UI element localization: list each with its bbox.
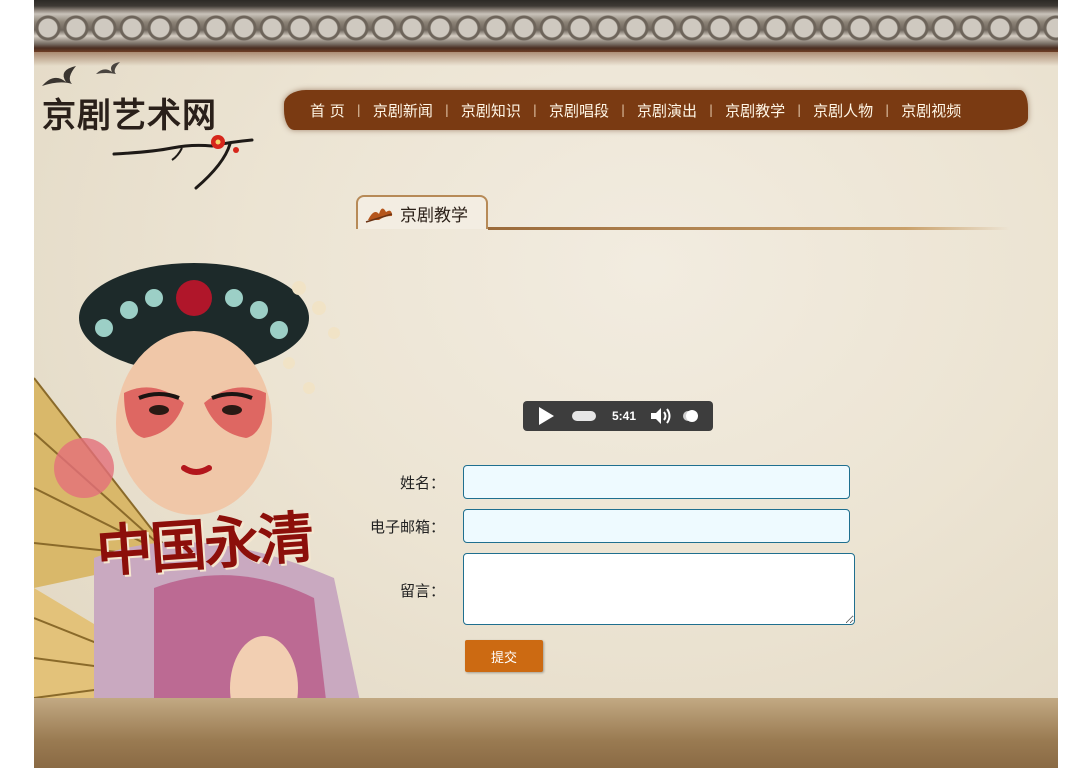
email-input[interactable]: [463, 509, 850, 543]
section-divider: [488, 227, 1010, 230]
nav-item-label: 京剧新闻: [372, 101, 433, 120]
nav-item-home[interactable]: 首 页: [310, 100, 345, 121]
nav-item-people[interactable]: 京剧人物: [813, 100, 873, 121]
message-label: 留言：: [399, 582, 445, 600]
nav-item-performances[interactable]: 京剧演出: [637, 100, 697, 121]
nav-item-teaching[interactable]: 京剧教学: [725, 100, 785, 121]
nav-item-news[interactable]: 京剧新闻: [373, 100, 433, 121]
nav-item-arias[interactable]: 京剧唱段: [549, 100, 609, 121]
name-label: 姓名：: [399, 474, 445, 492]
nav-item-label: 首 页: [310, 101, 345, 120]
audio-time: 5:41: [612, 409, 637, 423]
plum-branch-icon: [112, 135, 254, 190]
page: 京剧艺术网 首 页 | 京剧新闻 | 京剧知识 | 京剧唱段 | 京剧演出 | …: [34, 0, 1058, 768]
audio-player: 5:41: [523, 401, 713, 431]
nav-separator: |: [444, 103, 449, 117]
nav-item-label: 京剧人物: [813, 101, 874, 120]
nav-separator: |: [356, 103, 361, 117]
nav-separator: |: [620, 103, 626, 117]
nav-separator: |: [709, 103, 714, 117]
name-input[interactable]: [463, 465, 850, 499]
play-icon[interactable]: [539, 407, 554, 425]
roof-shadow: [34, 52, 1058, 66]
main-nav: 首 页 | 京剧新闻 | 京剧知识 | 京剧唱段 | 京剧演出 | 京剧教学 |…: [284, 90, 1028, 130]
nav-item-label: 京剧教学: [725, 101, 786, 120]
nav-item-label: 京剧视频: [901, 101, 962, 120]
nav-item-videos[interactable]: 京剧视频: [901, 100, 961, 121]
roof-tile-row: [34, 14, 1058, 42]
email-label: 电子邮箱：: [369, 518, 445, 536]
calligraphy-slogan: 中国永清: [94, 504, 315, 586]
nav-item-label: 京剧演出: [637, 101, 698, 120]
tab-flower-icon: [365, 208, 393, 223]
nav-separator: |: [797, 103, 802, 117]
nav-item-knowledge[interactable]: 京剧知识: [461, 100, 521, 121]
nav-separator: |: [885, 103, 890, 117]
nav-item-label: 京剧知识: [460, 101, 521, 120]
section-tab-label: 京剧教学: [400, 205, 468, 226]
audio-progress-bar[interactable]: [572, 411, 596, 421]
nav-item-label: 京剧唱段: [548, 101, 609, 120]
message-textarea[interactable]: [463, 553, 855, 625]
volume-icon[interactable]: [650, 407, 674, 425]
submit-button[interactable]: 提交: [465, 640, 543, 672]
footer-ground: [34, 698, 1058, 768]
volume-slider[interactable]: [686, 410, 699, 422]
nav-separator: |: [532, 103, 537, 117]
section-tab: 京剧教学: [356, 195, 488, 229]
